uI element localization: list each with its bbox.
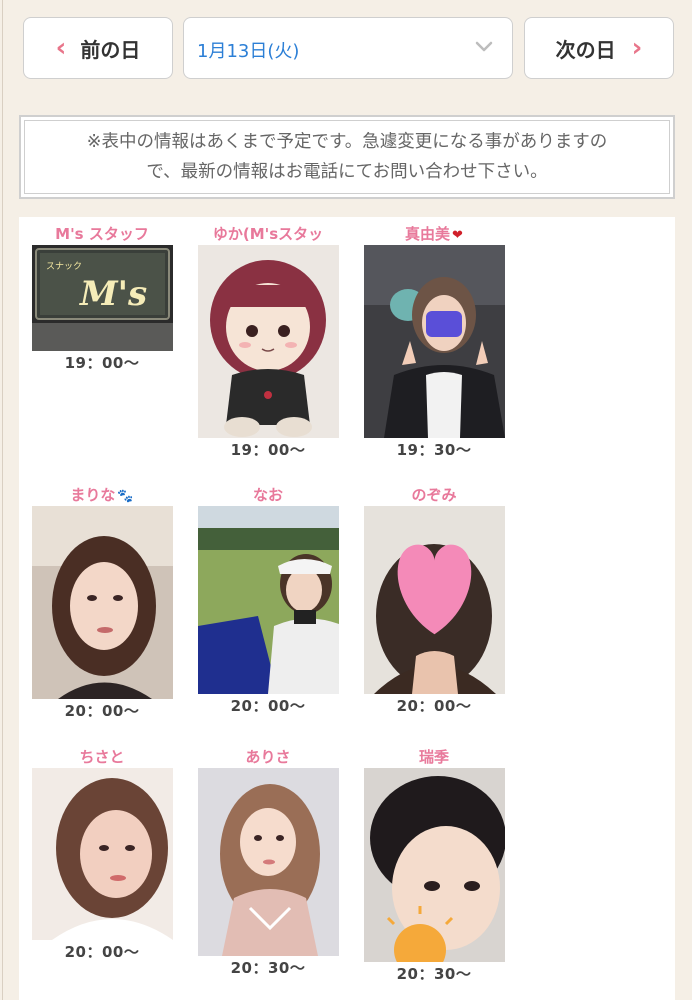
cast-name: なお: [252, 486, 283, 504]
cast-schedule-grid: M's スタッフ スナック M's 19：00〜 ゆか(M'sスタッ 19：00…: [19, 217, 675, 1000]
cast-time: 20：00〜: [64, 702, 140, 720]
cast-photo[interactable]: [197, 245, 339, 438]
cast-photo[interactable]: スナック M's: [31, 245, 173, 351]
cast-name: ありさ: [245, 748, 291, 766]
cast-card[interactable]: ゆか(M'sスタッ 19：00〜: [185, 223, 351, 462]
cast-card[interactable]: 真由美 ❤ 19：30〜: [351, 223, 517, 462]
cast-photo[interactable]: [363, 245, 505, 438]
notice-text: ※表中の情報はあくまで予定です。急遽変更になる事がありますの で、最新の情報はお…: [24, 120, 670, 194]
page-left-border: [2, 0, 3, 1000]
sign-small-text: スナック: [46, 261, 82, 272]
cast-card[interactable]: まりな 🐾 20：00〜: [19, 484, 185, 723]
cast-time: 19：30〜: [396, 441, 472, 459]
cast-name: まりな 🐾: [70, 486, 134, 504]
cast-card[interactable]: 瑞季 20：30〜: [351, 746, 517, 986]
prev-day-label: 前の日: [80, 37, 141, 62]
date-select[interactable]: 1月13日(火): [183, 17, 513, 79]
cast-name: のぞみ: [411, 486, 457, 504]
chevron-right-icon: ›: [631, 33, 643, 63]
heart-icon: ❤: [452, 228, 463, 243]
notice-line-2: で、最新の情報はお電話にてお問い合わせ下さい。: [146, 162, 548, 182]
cast-name: M's スタッフ: [55, 225, 149, 243]
cast-card[interactable]: のぞみ 20：00〜: [351, 484, 517, 718]
cast-name: 瑞季: [418, 748, 449, 766]
cast-photo[interactable]: [197, 768, 339, 956]
cast-name: ちさと: [79, 748, 125, 766]
cast-name: ゆか(M'sスタッ: [212, 225, 324, 243]
cast-time: 20：00〜: [230, 697, 306, 715]
cast-card[interactable]: M's スタッフ スナック M's 19：00〜: [19, 223, 185, 375]
cast-time: 20：00〜: [396, 697, 472, 715]
date-navigation: ‹ 前の日 1月13日(火) 次の日 ›: [0, 0, 692, 100]
cast-time: 20：00〜: [64, 943, 140, 961]
notice-line-1: ※表中の情報はあくまで予定です。急遽変更になる事がありますの: [86, 132, 608, 152]
date-select-value: 1月13日(火): [197, 41, 300, 62]
cast-card[interactable]: ありさ 20：30〜: [185, 746, 351, 980]
cast-card[interactable]: ちさと 20：00〜: [19, 746, 185, 964]
cast-photo[interactable]: [31, 506, 173, 699]
cast-name: 真由美 ❤: [405, 225, 463, 243]
next-day-button[interactable]: 次の日 ›: [524, 17, 674, 79]
chevron-down-icon: [475, 41, 493, 52]
prev-day-button[interactable]: ‹ 前の日: [23, 17, 173, 79]
cast-photo[interactable]: [197, 506, 339, 694]
chevron-left-icon: ‹: [55, 33, 67, 63]
cast-photo[interactable]: [363, 768, 505, 962]
cast-photo[interactable]: [363, 506, 505, 694]
schedule-notice: ※表中の情報はあくまで予定です。急遽変更になる事がありますの で、最新の情報はお…: [19, 115, 675, 199]
cast-time: 19：00〜: [64, 354, 140, 372]
dog-paw-icon: 🐾: [117, 489, 134, 504]
cast-card[interactable]: なお 20：00〜: [185, 484, 351, 718]
cast-photo[interactable]: [31, 768, 173, 940]
cast-time: 20：30〜: [230, 959, 306, 977]
cast-time: 19：00〜: [230, 441, 306, 459]
sign-logo-text: M's: [79, 274, 147, 314]
next-day-label: 次の日: [555, 37, 616, 62]
cast-time: 20：30〜: [396, 965, 472, 983]
